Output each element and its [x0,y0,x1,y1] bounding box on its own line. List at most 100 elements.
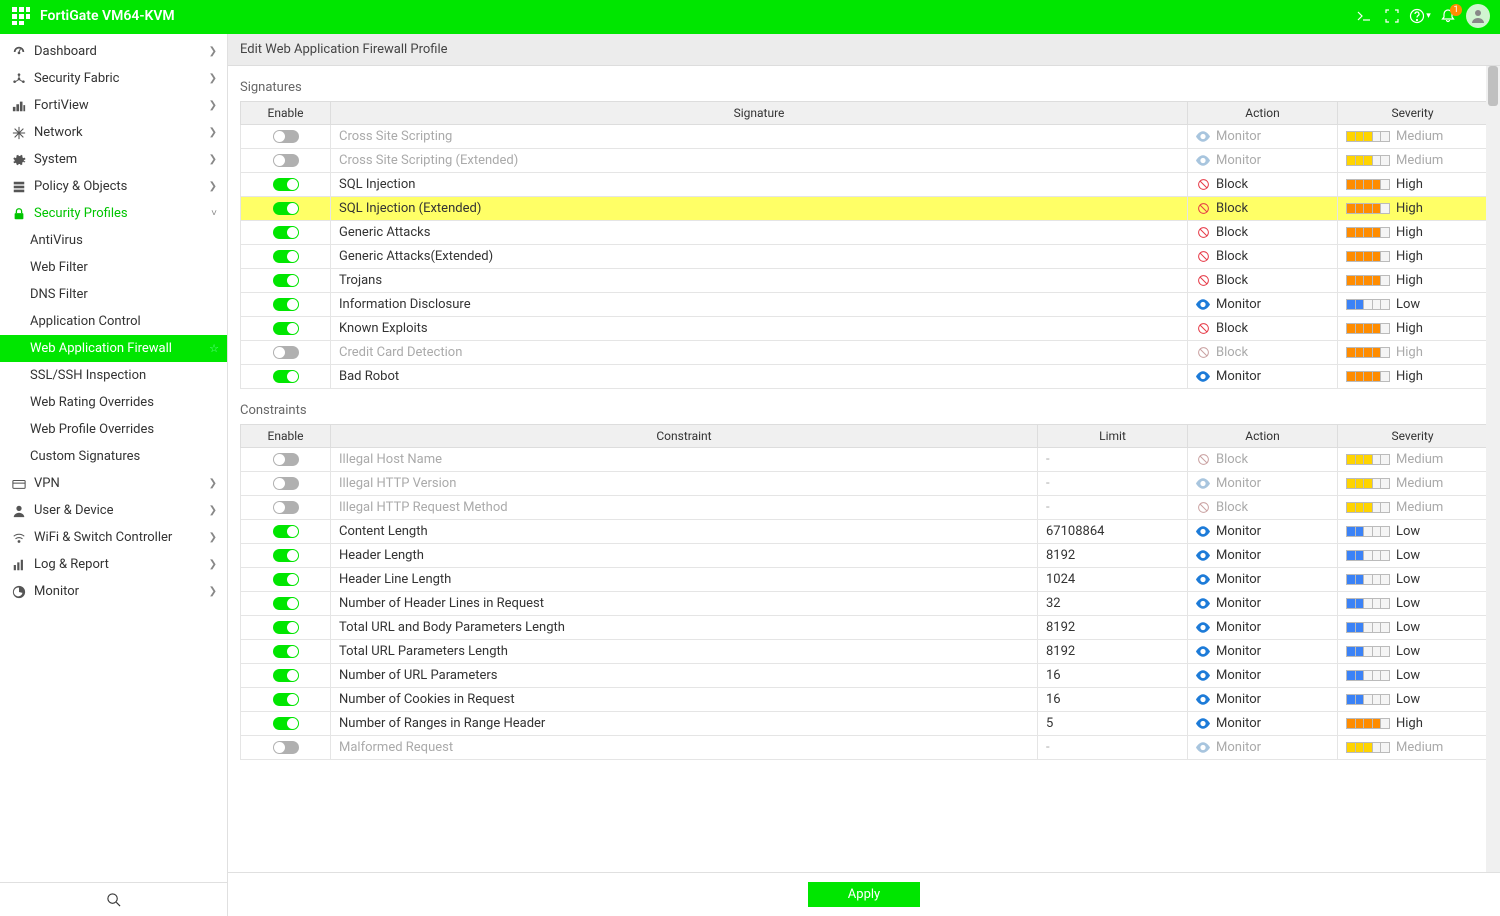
table-row[interactable]: Header Line Length1024MonitorLow [241,568,1488,592]
action-cell[interactable]: Block [1196,201,1329,216]
sidebar-item-dashboard[interactable]: Dashboard❯ [0,38,227,65]
enable-toggle[interactable] [273,298,299,311]
cli-icon[interactable] [1350,0,1378,32]
enable-toggle[interactable] [273,693,299,706]
sidebar-item-policy-objects[interactable]: Policy & Objects❯ [0,173,227,200]
enable-toggle[interactable] [273,274,299,287]
sidebar-item-wifi-switch-controller[interactable]: WiFi & Switch Controller❯ [0,524,227,551]
enable-toggle[interactable] [273,717,299,730]
table-row[interactable]: Known ExploitsBlockHigh [241,317,1488,341]
fullscreen-icon[interactable] [1378,0,1406,32]
enable-toggle[interactable] [273,250,299,263]
favorite-icon[interactable]: ☆ [209,342,219,355]
action-cell[interactable]: Monitor [1196,297,1329,312]
action-cell[interactable]: Block [1196,177,1329,192]
action-cell[interactable]: Monitor [1196,668,1329,683]
action-cell[interactable]: Monitor [1196,476,1329,491]
sidebar-subitem-web-filter[interactable]: Web Filter [0,254,227,281]
table-row[interactable]: Number of Ranges in Range Header5Monitor… [241,712,1488,736]
enable-toggle[interactable] [273,549,299,562]
enable-toggle[interactable] [273,370,299,383]
enable-toggle[interactable] [273,346,299,359]
table-row[interactable]: Illegal HTTP Request Method-BlockMedium [241,496,1488,520]
sidebar-subitem-custom-signatures[interactable]: Custom Signatures [0,443,227,470]
table-row[interactable]: Illegal Host Name-BlockMedium [241,448,1488,472]
sidebar-item-system[interactable]: System❯ [0,146,227,173]
action-cell[interactable]: Monitor [1196,716,1329,731]
table-row[interactable]: Generic AttacksBlockHigh [241,221,1488,245]
enable-toggle[interactable] [273,525,299,538]
table-row[interactable]: Number of Cookies in Request16MonitorLow [241,688,1488,712]
action-cell[interactable]: Block [1196,321,1329,336]
vertical-scrollbar[interactable] [1486,66,1500,872]
table-row[interactable]: Malformed Request-MonitorMedium [241,736,1488,760]
action-cell[interactable]: Block [1196,249,1329,264]
enable-toggle[interactable] [273,741,299,754]
sidebar-item-vpn[interactable]: VPN❯ [0,470,227,497]
table-row[interactable]: Content Length67108864MonitorLow [241,520,1488,544]
enable-toggle[interactable] [273,154,299,167]
table-row[interactable]: SQL InjectionBlockHigh [241,173,1488,197]
table-row[interactable]: SQL Injection (Extended)BlockHigh [241,197,1488,221]
sidebar-item-user-device[interactable]: User & Device❯ [0,497,227,524]
action-cell[interactable]: Monitor [1196,620,1329,635]
action-cell[interactable]: Monitor [1196,644,1329,659]
enable-toggle[interactable] [273,621,299,634]
table-row[interactable]: Information DisclosureMonitorLow [241,293,1488,317]
help-icon[interactable]: ▾ [1406,0,1434,32]
action-cell[interactable]: Monitor [1196,740,1329,755]
sidebar-subitem-antivirus[interactable]: AntiVirus [0,227,227,254]
table-row[interactable]: Total URL and Body Parameters Length8192… [241,616,1488,640]
table-row[interactable]: Number of Header Lines in Request32Monit… [241,592,1488,616]
action-cell[interactable]: Monitor [1196,692,1329,707]
sidebar-subitem-dns-filter[interactable]: DNS Filter [0,281,227,308]
action-cell[interactable]: Monitor [1196,369,1329,384]
action-cell[interactable]: Block [1196,273,1329,288]
sidebar-item-security-profiles[interactable]: Security Profiles˅ [0,200,227,227]
enable-toggle[interactable] [273,130,299,143]
action-cell[interactable]: Monitor [1196,572,1329,587]
sidebar-item-monitor[interactable]: Monitor❯ [0,578,227,605]
enable-toggle[interactable] [273,669,299,682]
sidebar-subitem-ssl-ssh-inspection[interactable]: SSL/SSH Inspection [0,362,227,389]
enable-toggle[interactable] [273,226,299,239]
sidebar-subitem-web-application-firewall[interactable]: Web Application Firewall☆ [0,335,227,362]
notifications-icon[interactable]: 1 [1434,0,1462,32]
user-avatar-icon[interactable] [1466,4,1490,28]
action-cell[interactable]: Block [1196,225,1329,240]
table-row[interactable]: Cross Site ScriptingMonitorMedium [241,125,1488,149]
table-row[interactable]: Bad RobotMonitorHigh [241,365,1488,389]
table-row[interactable]: Illegal HTTP Version-MonitorMedium [241,472,1488,496]
table-row[interactable]: Header Length8192MonitorLow [241,544,1488,568]
sidebar-item-log-report[interactable]: Log & Report❯ [0,551,227,578]
action-cell[interactable]: Monitor [1196,548,1329,563]
enable-toggle[interactable] [273,178,299,191]
apply-button[interactable]: Apply [808,882,920,907]
enable-toggle[interactable] [273,453,299,466]
enable-toggle[interactable] [273,477,299,490]
table-row[interactable]: Total URL Parameters Length8192MonitorLo… [241,640,1488,664]
action-cell[interactable]: Monitor [1196,129,1329,144]
enable-toggle[interactable] [273,501,299,514]
action-cell[interactable]: Monitor [1196,596,1329,611]
table-row[interactable]: Generic Attacks(Extended)BlockHigh [241,245,1488,269]
sidebar-item-security-fabric[interactable]: Security Fabric❯ [0,65,227,92]
enable-toggle[interactable] [273,573,299,586]
table-row[interactable]: Cross Site Scripting (Extended)MonitorMe… [241,149,1488,173]
table-row[interactable]: Credit Card DetectionBlockHigh [241,341,1488,365]
table-row[interactable]: Number of URL Parameters16MonitorLow [241,664,1488,688]
sidebar-subitem-web-profile-overrides[interactable]: Web Profile Overrides [0,416,227,443]
action-cell[interactable]: Block [1196,452,1329,467]
action-cell[interactable]: Monitor [1196,524,1329,539]
enable-toggle[interactable] [273,322,299,335]
sidebar-search-button[interactable] [0,882,227,916]
sidebar-subitem-application-control[interactable]: Application Control [0,308,227,335]
table-row[interactable]: TrojansBlockHigh [241,269,1488,293]
action-cell[interactable]: Monitor [1196,153,1329,168]
enable-toggle[interactable] [273,645,299,658]
enable-toggle[interactable] [273,597,299,610]
sidebar-item-network[interactable]: Network❯ [0,119,227,146]
action-cell[interactable]: Block [1196,345,1329,360]
action-cell[interactable]: Block [1196,500,1329,515]
sidebar-item-fortiview[interactable]: FortiView❯ [0,92,227,119]
